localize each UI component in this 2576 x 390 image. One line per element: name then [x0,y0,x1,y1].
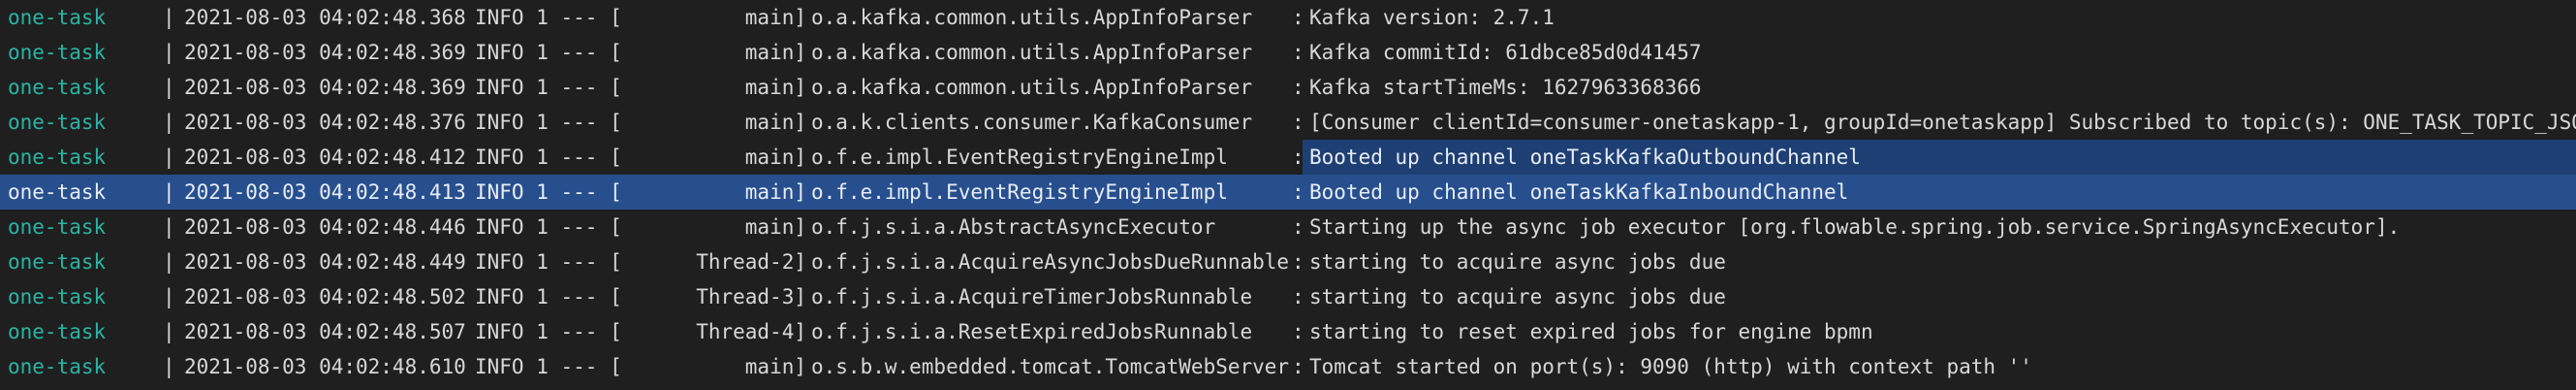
separator: | [163,6,175,29]
colon-separator: : [1292,146,1304,169]
log-line[interactable]: one-task | 2021-08-03 04:02:48.449 INFO … [0,244,2576,279]
separator: | [163,320,175,343]
logger-name: o.a.k.clients.consumer.KafkaConsumer [811,111,1253,134]
logger-name: o.f.e.impl.EventRegistryEngineImpl [811,146,1228,169]
log-line[interactable]: one-task | 2021-08-03 04:02:48.610 INFO … [0,349,2576,384]
logger-name: o.a.kafka.common.utils.AppInfoParser [811,76,1253,99]
thread-name: main] [744,215,806,239]
logger-name: o.s.b.w.embedded.tomcat.TomcatWebServer [811,355,1290,378]
separator: | [163,111,175,134]
terminal-log-output[interactable]: one-task | 2021-08-03 04:02:48.368 INFO … [0,0,2576,390]
log-line[interactable]: one-task | 2021-08-03 04:02:48.502 INFO … [0,279,2576,314]
logger-name: o.f.j.s.i.a.AcquireTimerJobsRunnable [811,285,1253,309]
logger-name: o.f.j.s.i.a.AbstractAsyncExecutor [811,215,1216,239]
log-message: [Consumer clientId=consumer-onetaskapp-1… [1309,111,2576,134]
log-message: Kafka version: 2.7.1 [1309,6,1555,29]
separator: | [163,146,175,169]
service-name: one-task [8,250,107,274]
service-name: one-task [8,320,107,343]
colon-separator: : [1292,180,1304,204]
timestamp: 2021-08-03 04:02:48.610 [184,355,466,378]
colon-separator: : [1292,320,1304,343]
service-name: one-task [8,76,107,99]
separator: | [163,180,175,204]
separator: | [163,285,175,309]
timestamp: 2021-08-03 04:02:48.368 [184,6,466,29]
service-name: one-task [8,6,107,29]
thread-name: main] [744,180,806,204]
log-message: Starting up the async job executor [org.… [1309,215,2401,239]
thread-name: main] [744,355,806,378]
log-line[interactable]: one-task | 2021-08-03 04:02:48.446 INFO … [0,210,2576,244]
log-line[interactable]: one-task | 2021-08-03 04:02:48.368 INFO … [0,0,2576,35]
thread-name: main] [744,76,806,99]
log-message: Booted up channel oneTaskKafkaInboundCha… [1309,180,1849,204]
separator: | [163,41,175,64]
separator: | [163,355,175,378]
timestamp: 2021-08-03 04:02:48.369 [184,76,466,99]
service-name: one-task [8,180,107,204]
thread-name: main] [744,111,806,134]
service-name: one-task [8,355,107,378]
logger-name: o.f.e.impl.EventRegistryEngineImpl [811,180,1228,204]
log-message: Kafka startTimeMs: 1627963368366 [1309,76,1702,99]
log-line[interactable]: one-task | 2021-08-03 04:02:48.369 INFO … [0,70,2576,105]
colon-separator: : [1292,285,1304,309]
separator: | [163,76,175,99]
logger-name: o.a.kafka.common.utils.AppInfoParser [811,6,1253,29]
separator: | [163,215,175,239]
colon-separator: : [1292,6,1304,29]
colon-separator: : [1292,355,1304,378]
logger-name: o.a.kafka.common.utils.AppInfoParser [811,41,1253,64]
log-message: starting to acquire async jobs due [1309,250,1726,274]
timestamp: 2021-08-03 04:02:48.502 [184,285,466,309]
service-name: one-task [8,215,107,239]
service-name: one-task [8,111,107,134]
log-line-selected[interactable]: one-task | 2021-08-03 04:02:48.413 INFO … [0,175,2576,210]
colon-separator: : [1292,111,1304,134]
log-line[interactable]: one-task | 2021-08-03 04:02:48.376 INFO … [0,105,2576,140]
log-line[interactable]: one-task | 2021-08-03 04:02:48.369 INFO … [0,35,2576,70]
thread-name: Thread-2] [696,250,806,274]
timestamp: 2021-08-03 04:02:48.413 [184,180,466,204]
colon-separator: : [1292,41,1304,64]
log-line-partial-selection[interactable]: one-task | 2021-08-03 04:02:48.412 INFO … [0,140,2576,175]
timestamp: 2021-08-03 04:02:48.369 [184,41,466,64]
separator: | [163,250,175,274]
timestamp: 2021-08-03 04:02:48.449 [184,250,466,274]
thread-name: main] [744,146,806,169]
logger-name: o.f.j.s.i.a.ResetExpiredJobsRunnable [811,320,1253,343]
log-line[interactable]: one-task | 2021-08-03 04:02:48.507 INFO … [0,314,2576,349]
logger-name: o.f.j.s.i.a.AcquireAsyncJobsDueRunnable [811,250,1290,274]
log-message: starting to reset expired jobs for engin… [1309,320,1873,343]
thread-name: Thread-4] [696,320,806,343]
log-message: Booted up channel oneTaskKafkaOutboundCh… [1309,146,1861,169]
timestamp: 2021-08-03 04:02:48.376 [184,111,466,134]
service-name: one-task [8,285,107,309]
timestamp: 2021-08-03 04:02:48.446 [184,215,466,239]
thread-name: main] [744,41,806,64]
thread-name: Thread-3] [696,285,806,309]
colon-separator: : [1292,215,1304,239]
colon-separator: : [1292,76,1304,99]
log-message: starting to acquire async jobs due [1309,285,1726,309]
log-message: Tomcat started on port(s): 9090 (http) w… [1309,355,2032,378]
log-message: Kafka commitId: 61dbce85d0d41457 [1309,41,1702,64]
service-name: one-task [8,146,107,169]
thread-name: main] [744,6,806,29]
timestamp: 2021-08-03 04:02:48.507 [184,320,466,343]
service-name: one-task [8,41,107,64]
timestamp: 2021-08-03 04:02:48.412 [184,146,466,169]
colon-separator: : [1292,250,1304,274]
